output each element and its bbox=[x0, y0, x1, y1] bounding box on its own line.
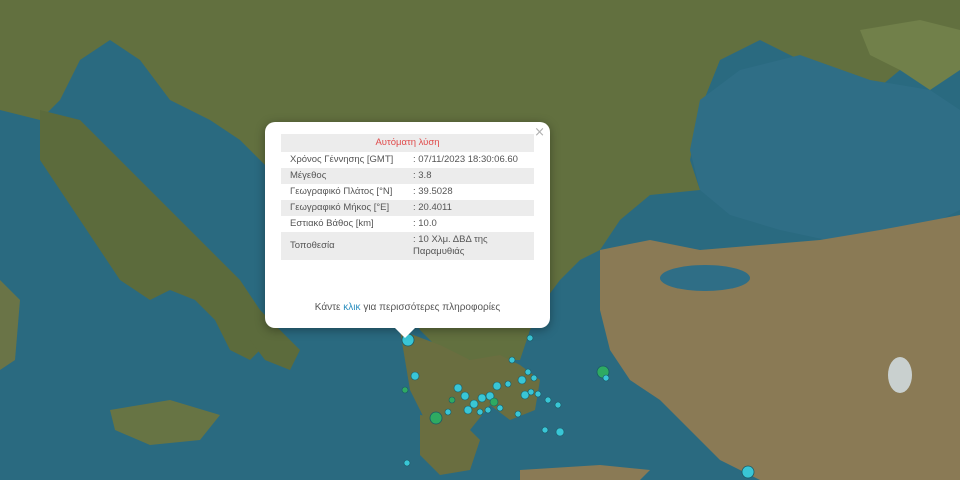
event-marker[interactable] bbox=[484, 406, 492, 414]
row-value: : 20.4011 bbox=[409, 200, 534, 216]
event-marker[interactable] bbox=[530, 374, 538, 382]
row-value: : 10.0 bbox=[413, 218, 437, 229]
event-marker[interactable] bbox=[403, 459, 411, 467]
row-value: : 10 Χλμ. ΔΒΔ της Παραμυθιάς bbox=[409, 232, 534, 260]
event-marker[interactable] bbox=[534, 390, 542, 398]
event-marker[interactable] bbox=[469, 399, 479, 409]
row-label: Εστιακό Βάθος [km] bbox=[290, 218, 374, 229]
event-marker[interactable] bbox=[544, 396, 552, 404]
event-marker[interactable] bbox=[489, 397, 499, 407]
event-marker[interactable] bbox=[477, 393, 487, 403]
more-info-link[interactable]: κλικ bbox=[343, 302, 360, 313]
event-marker[interactable] bbox=[602, 374, 610, 382]
event-marker[interactable] bbox=[541, 426, 549, 434]
popup-pointer bbox=[393, 326, 417, 338]
event-marker[interactable] bbox=[492, 381, 502, 391]
row-value: : 07/11/2023 18:30:06.60 bbox=[413, 154, 518, 165]
popup-title: Αυτόματη λύση bbox=[281, 134, 534, 152]
table-row: Τοποθεσία : 10 Χλμ. ΔΒΔ της Παραμυθιάς bbox=[281, 232, 534, 260]
event-marker[interactable] bbox=[508, 356, 516, 364]
table-row: Εστιακό Βάθος [km] : 10.0 bbox=[281, 216, 534, 232]
more-prefix: Κάντε bbox=[314, 302, 341, 313]
event-marker[interactable] bbox=[741, 465, 755, 479]
table-row: Γεωγραφικό Μήκος [°E] : 20.4011 bbox=[281, 200, 534, 216]
row-label: Μέγεθος bbox=[281, 168, 409, 184]
more-info-text: Κάντε κλικ για περισσότερες πληροφορίες bbox=[265, 302, 550, 313]
row-label: Γεωγραφικό Μήκος [°E] bbox=[281, 200, 409, 216]
event-marker[interactable] bbox=[410, 371, 420, 381]
event-marker[interactable] bbox=[463, 405, 473, 415]
more-suffix: για περισσότερες πληροφορίες bbox=[363, 302, 501, 313]
event-marker[interactable] bbox=[526, 334, 534, 342]
event-marker[interactable] bbox=[514, 410, 522, 418]
popup-title-row: Αυτόματη λύση bbox=[281, 134, 534, 152]
info-table: Αυτόματη λύση Χρόνος Γέννησης [GMT] : 07… bbox=[281, 134, 534, 260]
sea-marmara bbox=[660, 265, 750, 291]
row-label: Χρόνος Γέννησης [GMT] bbox=[290, 154, 394, 165]
event-marker[interactable] bbox=[527, 388, 535, 396]
close-icon[interactable]: × bbox=[534, 125, 545, 140]
row-value: : 3.8 bbox=[409, 168, 534, 184]
event-marker[interactable] bbox=[524, 368, 532, 376]
event-marker[interactable] bbox=[444, 408, 452, 416]
event-marker[interactable] bbox=[401, 386, 409, 394]
event-marker[interactable] bbox=[453, 383, 463, 393]
event-marker[interactable] bbox=[555, 427, 565, 437]
event-marker[interactable] bbox=[448, 396, 456, 404]
row-label: Τοποθεσία bbox=[281, 232, 409, 260]
row-value: : 39.5028 bbox=[413, 186, 453, 197]
table-row: Χρόνος Γέννησης [GMT] : 07/11/2023 18:30… bbox=[281, 152, 534, 168]
event-marker[interactable] bbox=[429, 411, 443, 425]
event-marker[interactable] bbox=[517, 375, 527, 385]
lake bbox=[888, 357, 912, 393]
event-marker[interactable] bbox=[460, 391, 470, 401]
event-marker[interactable] bbox=[496, 404, 504, 412]
earthquake-info-popup: × Αυτόματη λύση Χρόνος Γέννησης [GMT] : … bbox=[265, 122, 550, 328]
table-row: Γεωγραφικό Πλάτος [°N] : 39.5028 bbox=[281, 184, 534, 200]
row-label: Γεωγραφικό Πλάτος [°N] bbox=[290, 186, 393, 197]
table-row: Μέγεθος : 3.8 bbox=[281, 168, 534, 184]
event-marker[interactable] bbox=[504, 380, 512, 388]
event-marker[interactable] bbox=[554, 401, 562, 409]
event-marker[interactable] bbox=[476, 408, 484, 416]
